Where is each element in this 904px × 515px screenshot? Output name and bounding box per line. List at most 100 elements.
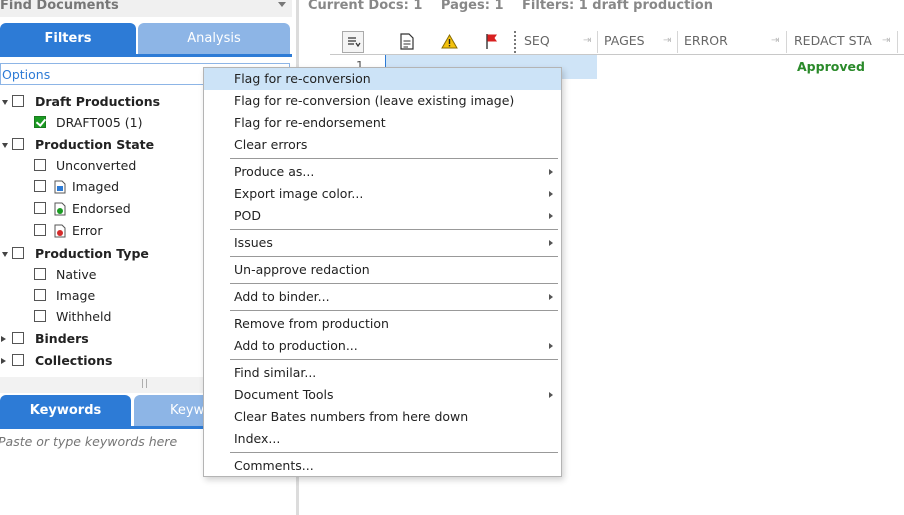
keywords-input[interactable] xyxy=(0,432,203,450)
menu-separator xyxy=(230,229,558,230)
menu-item-label: Find similar... xyxy=(234,365,317,380)
pin-arrow-icon[interactable]: ⇥ xyxy=(663,35,671,46)
checkbox-checked[interactable] xyxy=(34,116,46,128)
menu-item-unapprove-redaction[interactable]: Un-approve redaction xyxy=(204,259,561,281)
menu-item-comments[interactable]: Comments... xyxy=(204,455,561,477)
pin-arrow-icon[interactable]: ⇥ xyxy=(771,35,779,46)
redact-status-value: Approved xyxy=(797,59,865,74)
tree-label: Endorsed xyxy=(72,201,131,216)
menu-item-pod[interactable]: POD xyxy=(204,205,561,227)
menu-item-add-to-binder[interactable]: Add to binder... xyxy=(204,286,561,308)
chevron-down-icon[interactable] xyxy=(278,2,286,7)
expand-triangle-icon[interactable] xyxy=(2,252,8,257)
checkbox[interactable] xyxy=(34,202,46,214)
menu-item-label: Remove from production xyxy=(234,316,389,331)
filters-summary: Filters: 1 draft production xyxy=(522,0,713,13)
tab-underline xyxy=(0,54,292,57)
menu-item-label: Issues xyxy=(234,235,273,250)
checkbox[interactable] xyxy=(12,332,24,344)
menu-item-label: Flag for re-conversion xyxy=(234,71,371,86)
column-separator[interactable] xyxy=(597,31,598,53)
find-documents-title: Find Documents xyxy=(0,0,119,13)
menu-item-label: Add to production... xyxy=(234,338,358,353)
menu-item-label: Flag for re-endorsement xyxy=(234,115,386,130)
menu-item-label: POD xyxy=(234,208,262,223)
status-bar: Current Docs: 1 Pages: 1 Filters: 1 draf… xyxy=(308,0,727,13)
menu-item-label: Add to binder... xyxy=(234,289,330,304)
checkbox[interactable] xyxy=(34,310,46,322)
submenu-arrow-icon xyxy=(549,191,553,197)
menu-item-remove-from-production[interactable]: Remove from production xyxy=(204,313,561,335)
splitter-grip-icon[interactable]: || xyxy=(141,379,149,389)
options-label[interactable]: Options xyxy=(2,67,50,82)
menu-separator xyxy=(230,256,558,257)
column-chooser-icon[interactable] xyxy=(342,31,364,53)
column-separator[interactable] xyxy=(786,31,787,53)
menu-item-export-image-color[interactable]: Export image color... xyxy=(204,183,561,205)
checkbox[interactable] xyxy=(34,159,46,171)
checkbox[interactable] xyxy=(34,289,46,301)
tab-analysis[interactable]: Analysis xyxy=(138,23,290,54)
submenu-arrow-icon xyxy=(549,343,553,349)
pin-arrow-icon[interactable]: ⇥ xyxy=(583,35,591,46)
menu-item-flag-reendorsement[interactable]: Flag for re-endorsement xyxy=(204,112,561,134)
menu-item-flag-reconversion[interactable]: Flag for re-conversion xyxy=(204,68,561,90)
checkbox[interactable] xyxy=(34,224,46,236)
tree-label: DRAFT005 (1) xyxy=(56,115,143,130)
checkbox[interactable] xyxy=(12,95,24,107)
menu-item-clear-bates[interactable]: Clear Bates numbers from here down xyxy=(204,406,561,428)
column-header-seq[interactable]: SEQ xyxy=(524,33,550,48)
menu-item-flag-reconversion-leave-image[interactable]: Flag for re-conversion (leave existing i… xyxy=(204,90,561,112)
menu-item-label: Document Tools xyxy=(234,387,334,402)
menu-separator xyxy=(230,283,558,284)
menu-item-label: Produce as... xyxy=(234,164,315,179)
column-resize-handle[interactable] xyxy=(514,31,517,53)
endorsed-document-icon xyxy=(54,202,66,216)
flag-icon[interactable] xyxy=(485,33,499,50)
imaged-document-icon xyxy=(54,180,66,194)
tree-label: Imaged xyxy=(72,179,120,194)
collapsed-triangle-icon[interactable] xyxy=(1,358,6,364)
checkbox[interactable] xyxy=(12,354,24,366)
submenu-arrow-icon xyxy=(549,169,553,175)
expand-triangle-icon[interactable] xyxy=(2,100,8,105)
document-icon[interactable] xyxy=(400,33,414,50)
tab-filters[interactable]: Filters xyxy=(0,23,136,54)
menu-item-document-tools[interactable]: Document Tools xyxy=(204,384,561,406)
tree-label: Draft Productions xyxy=(35,94,161,109)
tree-label: Image xyxy=(56,288,96,303)
menu-item-produce-as[interactable]: Produce as... xyxy=(204,161,561,183)
column-separator[interactable] xyxy=(677,31,678,53)
tab-keywords[interactable]: Keywords xyxy=(0,395,131,426)
tree-label: Withheld xyxy=(56,309,112,324)
checkbox[interactable] xyxy=(12,138,24,150)
checkbox[interactable] xyxy=(34,268,46,280)
submenu-arrow-icon xyxy=(549,294,553,300)
checkbox[interactable] xyxy=(34,180,46,192)
menu-item-index[interactable]: Index... xyxy=(204,428,561,450)
menu-item-find-similar[interactable]: Find similar... xyxy=(204,362,561,384)
current-docs-count: Current Docs: 1 xyxy=(308,0,423,13)
menu-item-label: Export image color... xyxy=(234,186,364,201)
column-header-pages[interactable]: PAGES xyxy=(604,33,645,48)
tree-label: Binders xyxy=(35,331,89,346)
tree-label: Native xyxy=(56,267,97,282)
column-header-error[interactable]: ERROR xyxy=(684,33,728,48)
pages-count: Pages: 1 xyxy=(440,0,504,13)
collapsed-triangle-icon[interactable] xyxy=(1,336,6,342)
column-separator[interactable] xyxy=(897,31,898,53)
column-header-redact-status[interactable]: REDACT STA xyxy=(794,33,872,48)
menu-item-label: Clear Bates numbers from here down xyxy=(234,409,469,424)
tree-label: Collections xyxy=(35,353,113,368)
menu-separator xyxy=(230,452,558,453)
tree-label: Production State xyxy=(35,137,155,152)
menu-item-clear-errors[interactable]: Clear errors xyxy=(204,134,561,156)
expand-triangle-icon[interactable] xyxy=(2,143,8,148)
menu-item-label: Flag for re-conversion (leave existing i… xyxy=(234,93,515,108)
warning-icon[interactable] xyxy=(441,34,458,49)
menu-item-issues[interactable]: Issues xyxy=(204,232,561,254)
checkbox[interactable] xyxy=(12,247,24,259)
menu-item-add-to-production[interactable]: Add to production... xyxy=(204,335,561,357)
error-document-icon xyxy=(54,224,66,238)
pin-arrow-icon[interactable]: ⇥ xyxy=(882,35,890,46)
